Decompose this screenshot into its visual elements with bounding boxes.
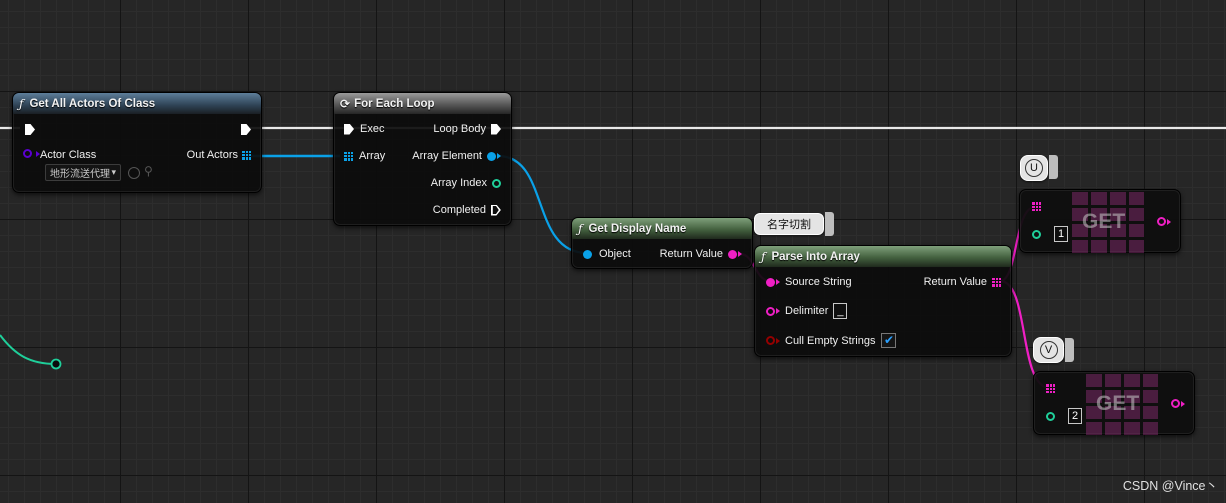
exec-in-pin[interactable]: [25, 124, 35, 135]
actor-class-label: Actor Class: [40, 149, 97, 161]
node-title: Get All Actors Of Class: [29, 97, 156, 110]
out-actors-array-pin[interactable]: [242, 150, 251, 160]
index-input[interactable]: 1: [1054, 226, 1068, 242]
node-header[interactable]: ƒ Parse Into Array: [755, 246, 1011, 267]
get-all-actors-of-class-node[interactable]: ƒ Get All Actors Of Class Actor Class 地形…: [12, 92, 262, 193]
comment-bubble[interactable]: 名字切割: [754, 213, 824, 235]
cull-empty-checkbox[interactable]: ✔: [881, 333, 897, 348]
checkmark-icon: ✔: [883, 333, 895, 347]
function-icon: ƒ: [578, 221, 583, 236]
array-element-pin[interactable]: [487, 151, 496, 161]
out-actors-label: Out Actors: [186, 149, 238, 161]
cull-empty-label: Cull Empty Strings: [785, 334, 876, 347]
cull-empty-pin[interactable]: [766, 336, 775, 345]
index-pin[interactable]: [1046, 412, 1055, 421]
object-pin[interactable]: [583, 249, 592, 259]
pin-arrow-icon: [738, 251, 742, 257]
comment-pin-tab[interactable]: [825, 212, 834, 236]
function-icon: ƒ: [761, 249, 766, 264]
array-get-node-v[interactable]: GET 2: [1033, 371, 1195, 435]
return-value-label: Return Value: [923, 276, 987, 288]
out-pin[interactable]: [1157, 217, 1166, 226]
get-node-title: GET: [1082, 210, 1126, 233]
use-selected-icon[interactable]: [128, 167, 140, 179]
comment-text: U: [1025, 159, 1043, 177]
array-index-label: Array Index: [430, 177, 487, 189]
pin-arrow-icon: [776, 308, 780, 314]
comment-pin-tab[interactable]: [1065, 338, 1074, 362]
pin-arrow-icon: [776, 279, 780, 285]
loop-body-pin[interactable]: [491, 123, 501, 135]
comment-bubble-v[interactable]: V: [1033, 337, 1064, 363]
return-value-pin[interactable]: [728, 249, 737, 259]
parse-into-array-node[interactable]: ƒ Parse Into Array Source String Delimit…: [754, 245, 1012, 357]
class-pin[interactable]: [23, 149, 32, 158]
object-label: Object: [599, 248, 631, 260]
watermark: CSDN @Vince丶: [1122, 479, 1218, 493]
completed-label: Completed: [432, 204, 486, 216]
loop-icon: ⟳: [340, 96, 351, 111]
pin-arrow-icon: [776, 337, 780, 344]
actor-class-value: 地形流送代理: [50, 169, 110, 180]
node-header[interactable]: ⟳ For Each Loop: [334, 93, 511, 114]
index-input[interactable]: 2: [1068, 408, 1082, 424]
source-string-label: Source String: [785, 276, 852, 288]
exec-out-pin[interactable]: [241, 124, 251, 135]
index-pin[interactable]: [1032, 230, 1041, 239]
pin-arrow-icon: [1181, 401, 1185, 407]
return-value-array-pin[interactable]: [992, 277, 1001, 287]
actor-class-dropdown[interactable]: 地形流送代理 ▾: [45, 164, 121, 181]
delimiter-input[interactable]: _: [833, 303, 848, 319]
search-icon[interactable]: ⚲: [144, 164, 153, 178]
pin-arrow-icon: [497, 153, 501, 159]
comment-text: 名字切割: [767, 219, 811, 231]
node-title: For Each Loop: [354, 97, 435, 110]
delimiter-pin[interactable]: [766, 306, 775, 316]
function-icon: ƒ: [19, 96, 24, 111]
return-value-label: Return Value: [659, 248, 723, 260]
comment-text: V: [1039, 341, 1058, 359]
get-display-name-node[interactable]: ƒ Get Display Name Object Return Value: [571, 217, 753, 269]
exec-label: Exec: [360, 123, 385, 135]
for-each-loop-node[interactable]: ⟳ For Each Loop Exec Array Loop Body Arr…: [333, 92, 512, 226]
get-node-title: GET: [1096, 392, 1140, 415]
node-title: Get Display Name: [588, 222, 687, 235]
node-title: Parse Into Array: [771, 250, 860, 263]
array-pin[interactable]: [344, 151, 353, 161]
completed-pin[interactable]: [491, 205, 501, 216]
node-header[interactable]: ƒ Get Display Name: [572, 218, 752, 239]
comment-bubble-u[interactable]: U: [1020, 155, 1048, 181]
array-label: Array: [359, 150, 386, 162]
comment-pin-tab[interactable]: [1049, 155, 1058, 179]
array-element-label: Array Element: [412, 150, 482, 162]
chevron-down-icon: ▾: [111, 167, 116, 177]
array-in-pin[interactable]: [1046, 384, 1055, 393]
array-get-node-u[interactable]: GET 1: [1019, 189, 1181, 253]
node-header[interactable]: ƒ Get All Actors Of Class: [13, 93, 261, 114]
int-wire-endpoint[interactable]: [50, 358, 62, 370]
array-index-pin[interactable]: [492, 178, 501, 188]
array-in-pin[interactable]: [1032, 202, 1041, 211]
source-string-pin[interactable]: [766, 277, 775, 287]
exec-in-pin[interactable]: [344, 123, 354, 135]
int-wire: [0, 334, 57, 365]
loop-body-label: Loop Body: [433, 123, 486, 135]
out-pin[interactable]: [1171, 399, 1180, 408]
delimiter-label: Delimiter: [785, 305, 829, 317]
pin-arrow-icon: [1167, 219, 1171, 225]
